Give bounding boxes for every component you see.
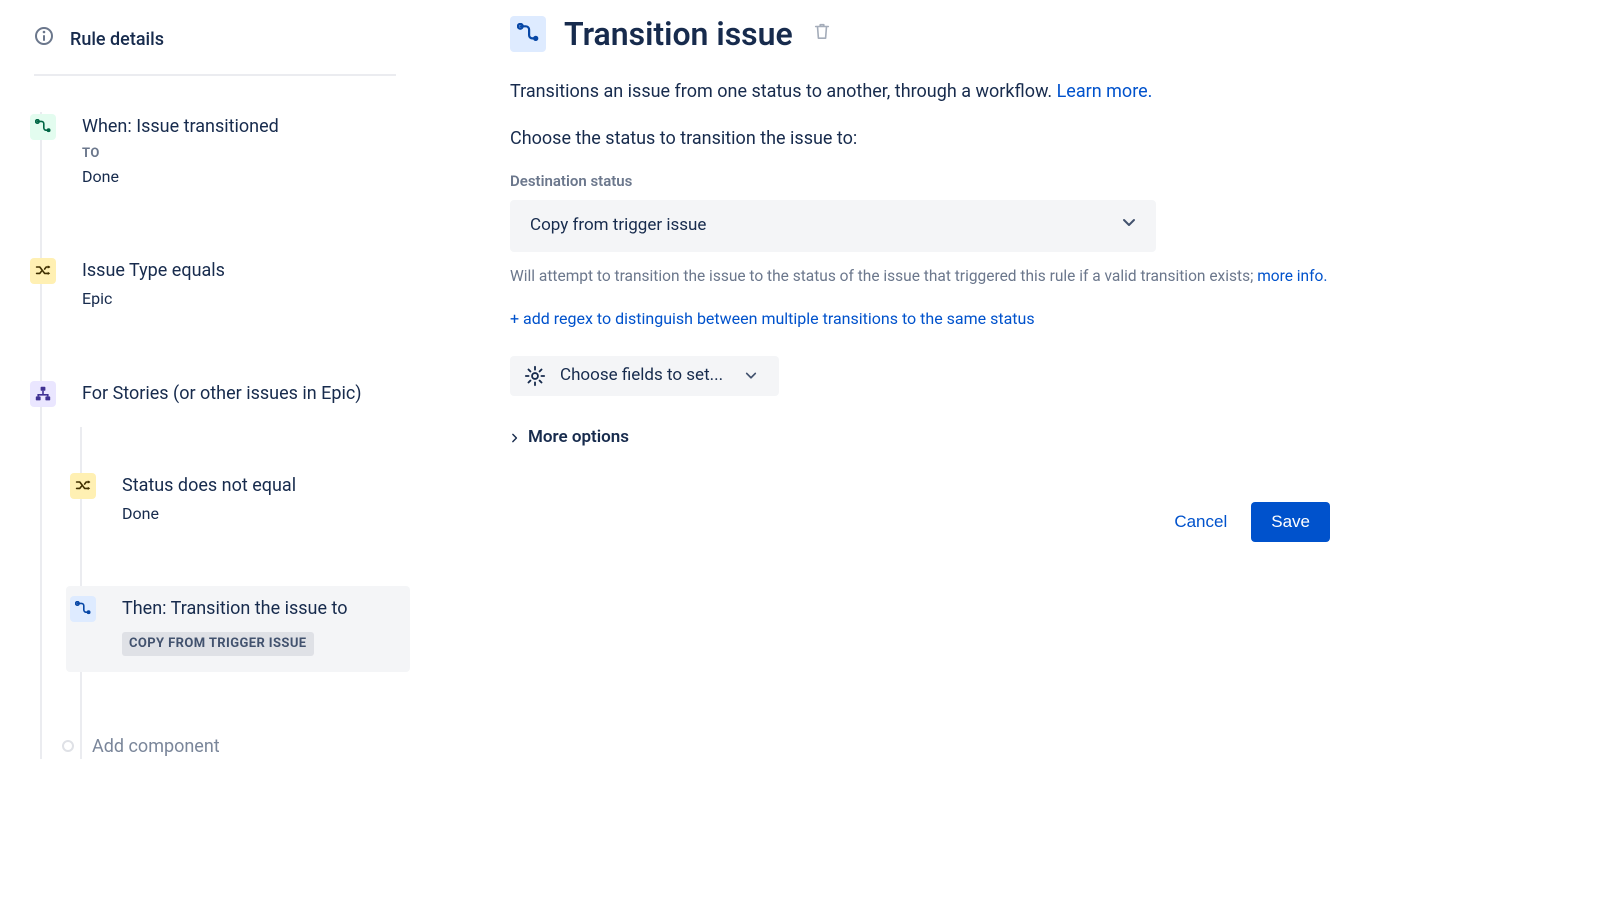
step-trigger-sublabel: TO [82,145,398,163]
chevron-right-icon [510,433,520,443]
transition-icon [510,16,546,52]
step-branch[interactable]: For Stories (or other issues in Epic) [26,371,410,427]
step-trigger-value: Done [82,166,398,188]
add-dot-icon [62,740,74,752]
panel-description: Transitions an issue from one status to … [510,79,1560,104]
panel-title: Transition issue [564,12,793,57]
rule-details-header[interactable]: Rule details [34,26,396,76]
more-options-label: More options [528,426,629,450]
more-options-toggle[interactable]: More options [510,426,1560,450]
step-trigger[interactable]: When: Issue transitioned TO Done [26,104,410,204]
destination-status-select[interactable]: Copy from trigger issue [510,200,1156,252]
info-icon [34,26,54,52]
gear-icon [524,365,546,387]
add-component-label: Add component [92,734,220,759]
add-regex-link[interactable]: + add regex to distinguish between multi… [510,308,1560,330]
chevron-down-icon [745,370,757,382]
step-condition-issuetype[interactable]: Issue Type equals Epic [26,248,410,327]
chevron-down-icon [1122,214,1136,238]
step-branch-title: For Stories (or other issues in Epic) [82,381,398,406]
save-button[interactable]: Save [1251,502,1330,542]
step-action-title: Then: Transition the issue to [122,596,398,621]
step-condition-status[interactable]: Status does not equal Done [66,463,410,542]
rule-details-title: Rule details [70,27,164,52]
step-condition-issuetype-title: Issue Type equals [82,258,398,283]
delete-action-button[interactable] [813,22,831,46]
learn-more-link[interactable]: Learn more. [1057,81,1153,102]
destination-help-text: Will attempt to transition the issue to … [510,266,1330,288]
destination-status-value: Copy from trigger issue [530,214,706,238]
cancel-button[interactable]: Cancel [1174,512,1227,532]
choose-fields-button[interactable]: Choose fields to set... [510,356,779,396]
add-component[interactable]: Add component [62,734,410,759]
config-panel: Transition issue Transitions an issue fr… [410,0,1600,915]
step-trigger-title: When: Issue transitioned [82,114,398,139]
step-condition-status-value: Done [122,503,398,525]
step-condition-issuetype-value: Epic [82,288,398,310]
more-info-link[interactable]: more info. [1257,267,1327,285]
choose-status-label: Choose the status to transition the issu… [510,126,1560,151]
shuffle-icon [70,473,96,499]
choose-fields-label: Choose fields to set... [560,364,723,388]
transition-icon [70,596,96,622]
shuffle-icon [30,258,56,284]
step-action-chip: Copy from trigger issue [122,632,314,656]
tree-icon [30,381,56,407]
destination-status-label: Destination status [510,171,1560,192]
step-action-transition[interactable]: Then: Transition the issue to Copy from … [66,586,410,672]
step-condition-status-title: Status does not equal [122,473,398,498]
rule-sidebar: Rule details When: Issue transitioned TO… [0,0,410,915]
transition-icon [30,114,56,140]
